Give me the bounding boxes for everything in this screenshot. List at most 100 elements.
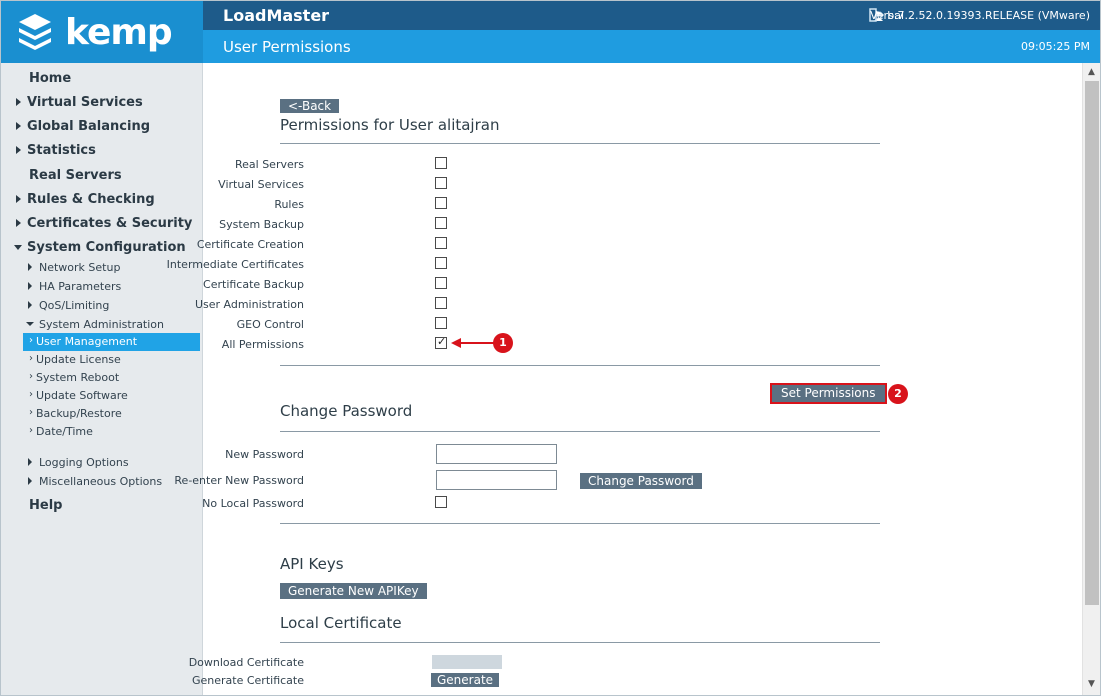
chevron-right-icon: ›: [29, 371, 33, 382]
local-certificate-heading: Local Certificate: [280, 614, 402, 632]
sidebar-item-statistics[interactable]: Statistics: [1, 143, 198, 161]
divider: [280, 365, 880, 366]
page-header-bar: User Permissions 09:05:25 PM: [203, 30, 1100, 63]
permission-checkbox[interactable]: [435, 217, 447, 229]
sidebar-item-update-software[interactable]: › Update Software: [23, 387, 200, 405]
permissions-heading: Permissions for User alitajran: [280, 116, 500, 134]
sidebar-item-label: Logging Options: [39, 456, 129, 469]
annotation-marker-1: 1: [493, 333, 513, 353]
download-certificate-control[interactable]: [432, 655, 502, 669]
chevron-right-icon: ›: [29, 407, 33, 418]
back-button[interactable]: <-Back: [280, 99, 340, 113]
expand-arrow-icon: [16, 146, 21, 154]
sidebar-item-label: QoS/Limiting: [39, 299, 110, 312]
expand-arrow-icon: [16, 195, 21, 203]
sidebar-item-system-administration[interactable]: System Administration: [1, 318, 198, 334]
scroll-thumb[interactable]: [1085, 81, 1099, 605]
chevron-right-icon: ›: [29, 425, 33, 436]
brand-logo[interactable]: kemp: [1, 1, 203, 63]
chevron-right-icon: ›: [29, 335, 33, 346]
permission-label: Virtual Services: [218, 178, 304, 191]
no-local-password-checkbox[interactable]: [435, 496, 447, 508]
permission-checkbox[interactable]: [435, 177, 447, 189]
permission-checkbox[interactable]: [435, 317, 447, 329]
sidebar-item-label: User Management: [36, 335, 138, 348]
permission-label: User Administration: [194, 298, 304, 311]
generate-apikey-button[interactable]: Generate New APIKey: [280, 583, 427, 599]
reenter-password-label: Re-enter New Password: [174, 474, 304, 487]
sidebar-item-label: Date/Time: [36, 425, 93, 438]
divider: [280, 642, 880, 643]
app-title: LoadMaster: [223, 6, 330, 25]
page-title: User Permissions: [223, 38, 351, 56]
sidebar-item-label: Virtual Services: [27, 95, 143, 110]
chevron-right-icon: ›: [29, 353, 33, 364]
scroll-down-icon[interactable]: ▼: [1088, 679, 1095, 689]
vertical-scrollbar[interactable]: ▲ ▼: [1082, 63, 1100, 695]
new-password-input[interactable]: [436, 444, 557, 464]
permission-label: Certificate Backup: [203, 278, 304, 291]
permission-checkbox[interactable]: [435, 237, 447, 249]
sidebar-item-label: Home: [29, 71, 72, 86]
reenter-password-input[interactable]: [436, 470, 557, 490]
sidebar-item-qos-limiting[interactable]: QoS/Limiting: [1, 299, 198, 315]
sidebar-item-ha-parameters[interactable]: HA Parameters: [1, 280, 198, 296]
sidebar-item-date-time[interactable]: › Date/Time: [23, 423, 200, 441]
expand-arrow-icon: [28, 263, 32, 271]
clock: 09:05:25 PM: [1020, 40, 1090, 53]
permission-label: Rules: [274, 198, 304, 211]
collapse-arrow-icon: [14, 245, 22, 250]
sidebar-item-label: Update License: [36, 353, 121, 366]
generate-certificate-button[interactable]: Generate: [431, 673, 500, 687]
expand-arrow-icon: [28, 301, 32, 309]
sidebar-item-virtual-services[interactable]: Virtual Services: [1, 95, 198, 113]
sidebar-item-help[interactable]: Help: [1, 498, 198, 516]
api-keys-heading: API Keys: [280, 555, 344, 573]
sidebar-item-label: System Reboot: [36, 371, 120, 384]
sidebar-item-label: Statistics: [27, 143, 96, 158]
permission-checkbox[interactable]: ✓: [435, 335, 447, 349]
sidebar-item-label: System Administration: [39, 318, 165, 331]
sidebar-item-real-servers[interactable]: Real Servers: [1, 168, 198, 186]
set-permissions-button[interactable]: Set Permissions: [770, 383, 887, 404]
permission-checkbox[interactable]: [435, 297, 447, 309]
permission-checkbox[interactable]: [435, 277, 447, 289]
divider: [280, 523, 880, 524]
divider: [280, 143, 880, 144]
no-local-password-label: No Local Password: [202, 497, 304, 510]
permission-checkbox[interactable]: [435, 197, 447, 209]
sidebar-item-misc-options[interactable]: Miscellaneous Options: [1, 475, 198, 491]
sidebar-item-label: Real Servers: [29, 168, 122, 183]
sidebar-item-label: Backup/Restore: [36, 407, 122, 420]
sidebar-item-logging-options[interactable]: Logging Options: [1, 456, 198, 472]
expand-arrow-icon: [16, 122, 21, 130]
sidebar-item-backup-restore[interactable]: › Backup/Restore: [23, 405, 200, 423]
sidebar-item-update-license[interactable]: › Update License: [23, 351, 200, 369]
chevron-right-icon: ›: [29, 389, 33, 400]
sidebar-item-home[interactable]: Home: [1, 71, 198, 89]
download-certificate-label: Download Certificate: [188, 656, 304, 669]
main-content: <-Back Permissions for User alitajran Re…: [167, 63, 1082, 695]
sidebar-item-certificates-security[interactable]: Certificates & Security: [1, 216, 198, 234]
sidebar-item-label: HA Parameters: [39, 280, 122, 293]
divider: [280, 431, 880, 432]
app-window: kemp LoadMaster bal Vers:7.2.52.0.19393.…: [0, 0, 1101, 696]
sidebar-item-global-balancing[interactable]: Global Balancing: [1, 119, 198, 137]
sidebar-item-system-reboot[interactable]: › System Reboot: [23, 369, 200, 387]
sidebar-item-label: System Configuration: [27, 240, 186, 255]
scroll-up-icon[interactable]: ▲: [1088, 67, 1095, 77]
generate-certificate-label: Generate Certificate: [191, 674, 304, 687]
sidebar-item-rules-checking[interactable]: Rules & Checking: [1, 192, 198, 210]
permission-label: Intermediate Certificates: [166, 258, 304, 271]
sidebar-item-user-management[interactable]: › User Management: [23, 333, 200, 351]
permission-checkbox[interactable]: [435, 157, 447, 169]
permission-checkbox[interactable]: [435, 257, 447, 269]
sidebar: Home Virtual Services Global Balancing S…: [1, 63, 203, 695]
change-password-button[interactable]: Change Password: [580, 473, 702, 489]
sidebar-item-system-configuration[interactable]: System Configuration: [1, 240, 198, 258]
expand-arrow-icon: [28, 282, 32, 290]
permission-label: Real Servers: [234, 158, 304, 171]
change-password-heading: Change Password: [280, 402, 413, 420]
permission-label: GEO Control: [236, 318, 304, 331]
sidebar-item-label: Miscellaneous Options: [39, 475, 163, 488]
